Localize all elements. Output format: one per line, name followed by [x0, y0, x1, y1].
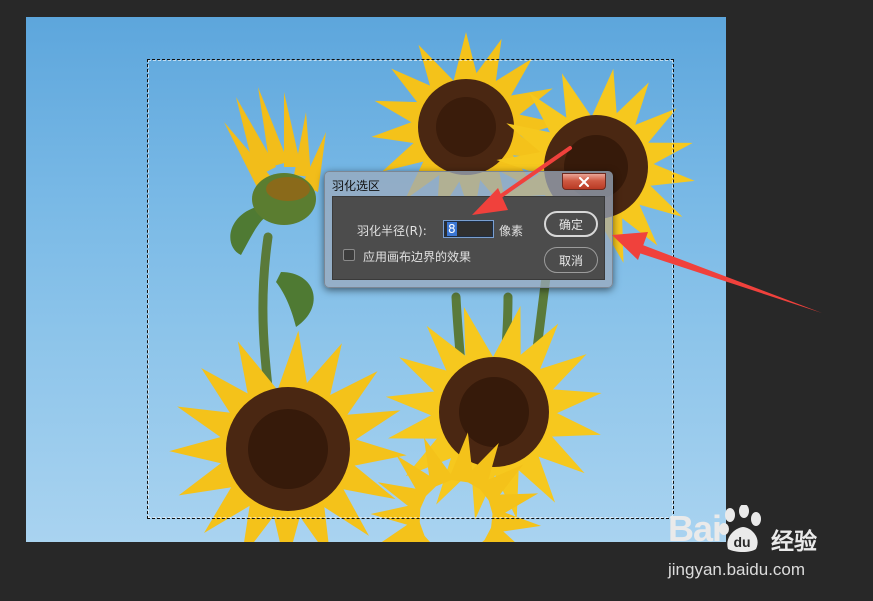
watermark-url: jingyan.baidu.com: [668, 560, 806, 579]
svg-text:du: du: [733, 534, 750, 550]
arrow-to-ok-button: [612, 232, 822, 313]
arrow-to-input: [472, 146, 572, 215]
watermark-brand: Bai: [668, 508, 722, 549]
watermark-jingyan: 经验: [771, 529, 817, 555]
paw-icon: du: [719, 505, 761, 552]
